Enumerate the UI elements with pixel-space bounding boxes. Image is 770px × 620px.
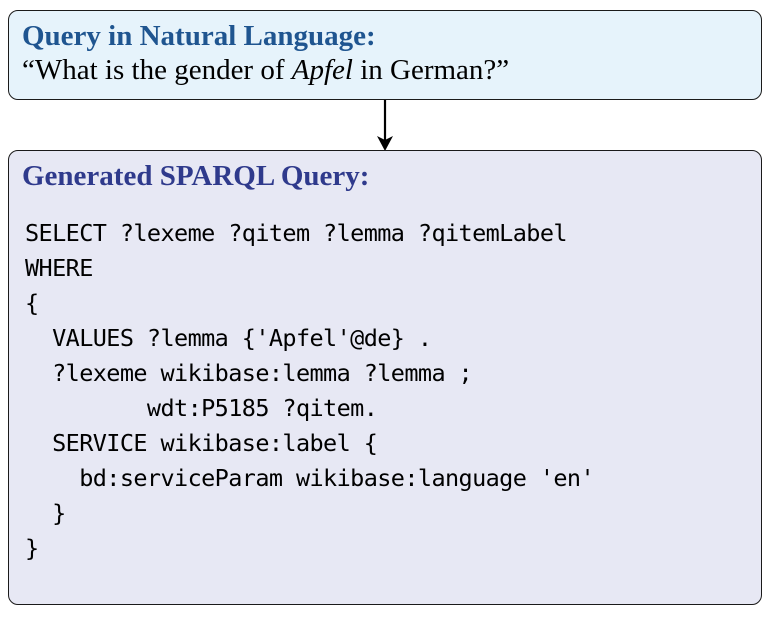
code-line: SELECT ?lexeme ?qitem ?lemma ?qitemLabel [25,219,568,247]
code-line: bd:serviceParam wikibase:language 'en' [25,464,595,492]
query-text-start: “What is the gender of [22,54,292,86]
sparql-query-title: Generated SPARQL Query: [22,160,370,192]
code-line: SERVICE wikibase:label { [25,429,378,457]
code-line: } [25,534,39,562]
code-line: } [25,499,66,527]
sparql-code-block: SELECT ?lexeme ?qitem ?lemma ?qitemLabel… [25,216,749,566]
down-arrow-icon [377,100,393,151]
natural-language-query-title: Query in Natural Language: [22,20,376,52]
code-line: VALUES ?lemma {'Apfel'@de} . [25,324,432,352]
natural-language-query-box: Query in Natural Language: “What is the … [8,10,762,100]
code-line: wdt:P5185 ?qitem. [25,394,378,422]
code-line: { [25,289,39,317]
query-text-italic-word: Apfel [291,54,353,86]
query-text-end: in German?” [352,54,510,86]
natural-language-query-text: “What is the gender of Apfel in German?” [22,53,749,87]
code-line: WHERE [25,254,93,282]
code-line: ?lexeme wikibase:lemma ?lemma ; [25,359,473,387]
sparql-query-box: Generated SPARQL Query: SELECT ?lexeme ?… [8,150,762,605]
